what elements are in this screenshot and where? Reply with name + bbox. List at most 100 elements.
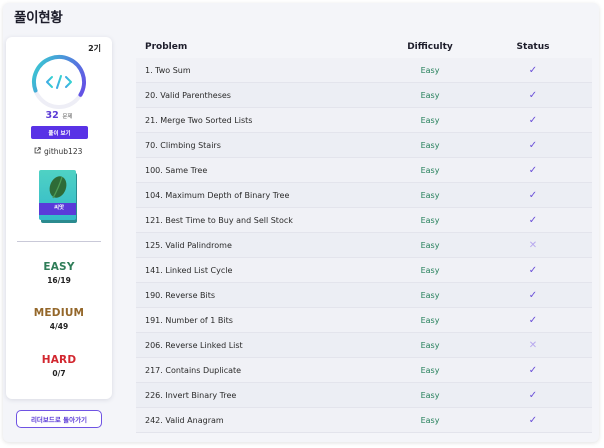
table-row[interactable]: 1. Two Sum Easy ✓ xyxy=(136,58,592,83)
status-cell: ✕ xyxy=(474,240,592,251)
check-icon: ✓ xyxy=(528,114,538,126)
medium-label: MEDIUM xyxy=(33,307,85,319)
status-cell: ✕ xyxy=(474,340,592,351)
easy-score: 16/19 xyxy=(47,276,71,285)
cross-icon: ✕ xyxy=(528,339,538,351)
table-row[interactable]: 125. Valid Palindrome Easy ✕ xyxy=(136,233,592,258)
table-row[interactable]: 20. Valid Parentheses Easy ✓ xyxy=(136,83,592,108)
status-cell: ✓ xyxy=(474,90,592,101)
back-to-leaderboard-button[interactable]: 리더보드로 돌아가기 xyxy=(16,410,102,428)
status-cell: ✓ xyxy=(474,315,592,326)
problem-title[interactable]: 206. Reverse Linked List xyxy=(136,341,386,350)
check-icon: ✓ xyxy=(528,139,538,151)
status-cell: ✓ xyxy=(474,215,592,226)
github-link[interactable]: github123 xyxy=(34,147,82,156)
difficulty-cell: Easy xyxy=(420,265,440,275)
header-problem: Problem xyxy=(145,42,188,52)
check-icon: ✓ xyxy=(528,314,538,326)
problem-title[interactable]: 100. Same Tree xyxy=(136,166,386,175)
check-icon: ✓ xyxy=(528,189,538,201)
medium-score: 4/49 xyxy=(49,322,69,331)
page-title: 풀이현황 xyxy=(14,10,63,26)
status-cell: ✓ xyxy=(474,415,592,426)
github-username: github123 xyxy=(44,147,83,156)
status-cell: ✓ xyxy=(474,190,592,201)
view-solutions-button[interactable]: 풀이 보기 xyxy=(31,126,88,139)
status-cell: ✓ xyxy=(474,115,592,126)
table-row[interactable]: 121. Best Time to Buy and Sell Stock Easy… xyxy=(136,208,592,233)
cross-icon: ✕ xyxy=(528,239,538,251)
hard-score: 0/7 xyxy=(52,369,66,378)
status-cell: ✓ xyxy=(474,265,592,276)
check-icon: ✓ xyxy=(528,64,538,76)
table-row[interactable]: 217. Contains Duplicate Easy ✓ xyxy=(136,358,592,383)
table-row[interactable]: 70. Climbing Stairs Easy ✓ xyxy=(136,133,592,158)
table-row[interactable]: 226. Invert Binary Tree Easy ✓ xyxy=(136,383,592,408)
check-icon: ✓ xyxy=(528,414,538,426)
status-cell: ✓ xyxy=(474,165,592,176)
table-row[interactable]: 191. Number of 1 Bits Easy ✓ xyxy=(136,308,592,333)
status-cell: ✓ xyxy=(474,140,592,151)
problem-title[interactable]: 125. Valid Palindrome xyxy=(136,241,386,250)
solved-unit: 문제 xyxy=(62,114,73,120)
check-icon: ✓ xyxy=(528,289,538,301)
table-row[interactable]: 206. Reverse Linked List Easy ✕ xyxy=(136,333,592,358)
difficulty-cell: Easy xyxy=(420,215,440,225)
solved-number: 32 xyxy=(45,110,59,121)
status-cell: ✓ xyxy=(474,65,592,76)
check-icon: ✓ xyxy=(528,364,538,376)
problem-title[interactable]: 70. Climbing Stairs xyxy=(136,141,386,150)
table-row[interactable]: 100. Same Tree Easy ✓ xyxy=(136,158,592,183)
table-row[interactable]: 21. Merge Two Sorted Lists Easy ✓ xyxy=(136,108,592,133)
check-icon: ✓ xyxy=(528,89,538,101)
easy-stat: EASY 16/19 xyxy=(6,261,112,285)
problem-title[interactable]: 21. Merge Two Sorted Lists xyxy=(136,116,386,125)
badge-label: 씨앗 xyxy=(53,205,65,211)
problem-title[interactable]: 104. Maximum Depth of Binary Tree xyxy=(136,191,386,200)
easy-label: EASY xyxy=(43,261,75,273)
problem-title[interactable]: 242. Valid Anagram xyxy=(136,416,386,425)
difficulty-cell: Easy xyxy=(420,240,440,250)
table-row[interactable]: 242. Valid Anagram Easy ✓ xyxy=(136,408,592,433)
problem-title[interactable]: 191. Number of 1 Bits xyxy=(136,316,386,325)
problem-table: Problem Difficulty Status 1. Two Sum Easy… xyxy=(136,36,592,433)
problem-title[interactable]: 217. Contains Duplicate xyxy=(136,366,386,375)
divider xyxy=(17,241,101,242)
code-icon xyxy=(30,53,88,111)
problem-title[interactable]: 121. Best Time to Buy and Sell Stock xyxy=(136,216,386,225)
hard-label: HARD xyxy=(41,354,77,366)
table-row[interactable]: 141. Linked List Cycle Easy ✓ xyxy=(136,258,592,283)
difficulty-cell: Easy xyxy=(420,90,440,100)
medium-stat: MEDIUM 4/49 xyxy=(6,307,112,331)
difficulty-cell: Easy xyxy=(420,315,440,325)
problem-title[interactable]: 1. Two Sum xyxy=(136,66,386,75)
table-header: Problem Difficulty Status xyxy=(136,36,592,58)
hard-stat: HARD 0/7 xyxy=(6,354,112,378)
problem-title[interactable]: 226. Invert Binary Tree xyxy=(136,391,386,400)
difficulty-cell: Easy xyxy=(420,65,440,75)
problem-title[interactable]: 141. Linked List Cycle xyxy=(136,266,386,275)
table-body: 1. Two Sum Easy ✓ 20. Valid Parentheses Easy… xyxy=(136,58,592,433)
difficulty-cell: Easy xyxy=(420,165,440,175)
check-icon: ✓ xyxy=(528,164,538,176)
table-row[interactable]: 190. Reverse Bits Easy ✓ xyxy=(136,283,592,308)
table-row[interactable]: 104. Maximum Depth of Binary Tree Easy ✓ xyxy=(136,183,592,208)
difficulty-cell: Easy xyxy=(420,415,440,425)
status-cell: ✓ xyxy=(474,290,592,301)
difficulty-cell: Easy xyxy=(420,190,440,200)
difficulty-cell: Easy xyxy=(420,115,440,125)
difficulty-cell: Easy xyxy=(420,390,440,400)
check-icon: ✓ xyxy=(528,264,538,276)
profile-card: 2기 32 문제 풀이 보기 github123 씨앗 EASY 16/19 M… xyxy=(6,37,112,399)
difficulty-cell: Easy xyxy=(420,365,440,375)
solved-count: 32 문제 xyxy=(6,110,112,121)
seed-book-icon xyxy=(39,170,77,223)
difficulty-cell: Easy xyxy=(420,340,440,350)
difficulty-cell: Easy xyxy=(420,140,440,150)
problem-title[interactable]: 190. Reverse Bits xyxy=(136,291,386,300)
header-difficulty: Difficulty xyxy=(407,42,453,52)
generation-label: 2기 xyxy=(88,44,101,53)
status-cell: ✓ xyxy=(474,390,592,401)
status-cell: ✓ xyxy=(474,365,592,376)
problem-title[interactable]: 20. Valid Parentheses xyxy=(136,91,386,100)
